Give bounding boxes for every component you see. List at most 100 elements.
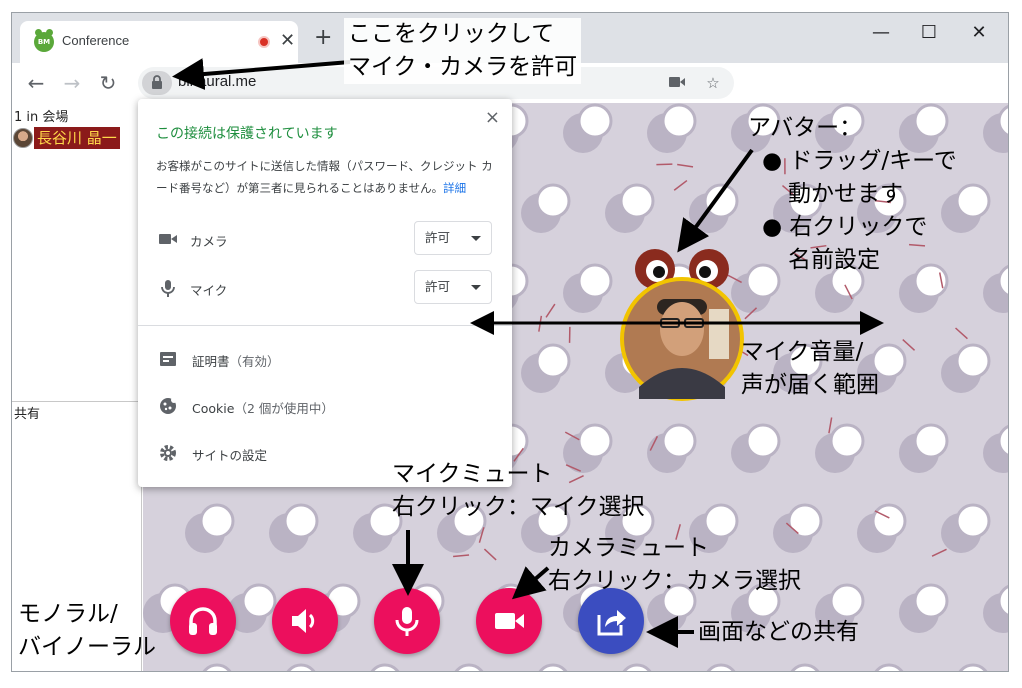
- floor-pattern: [706, 663, 736, 671]
- microphone-icon: [395, 607, 419, 636]
- mic-permission-label: マイク: [190, 283, 228, 298]
- camera-mute-button[interactable]: [476, 588, 542, 654]
- floor-pattern: [731, 423, 781, 473]
- floor-pattern: [689, 183, 739, 233]
- user-avatar[interactable]: [617, 249, 747, 409]
- camera-permission-label: カメラ: [190, 234, 228, 249]
- floor-pattern: [958, 663, 988, 671]
- floor-pattern: [899, 583, 949, 633]
- floor-pattern: [370, 663, 400, 671]
- sound-dash: [673, 179, 688, 191]
- bookmark-star-icon[interactable]: ☆: [702, 72, 724, 94]
- camera-in-use-icon[interactable]: [666, 72, 688, 94]
- connection-description: お客様がこのサイトに送信した情報（パスワード、クレジット カード番号など）が第三…: [156, 159, 493, 195]
- site-info-popup: × この接続は保護されています お客様がこのサイトに送信した情報（パスワード、ク…: [138, 99, 512, 487]
- floor-pattern: [605, 183, 655, 233]
- sound-dash: [545, 303, 556, 318]
- floor-pattern: [941, 343, 991, 393]
- forward-button[interactable]: →: [58, 69, 86, 97]
- camera-permission-row: カメラ 許可: [138, 221, 512, 257]
- sound-dash: [828, 417, 833, 434]
- annotation-share: 画面などの共有: [698, 619, 859, 645]
- participant-count: 1 in 会場: [14, 110, 69, 125]
- sound-dash: [538, 315, 543, 332]
- floor-pattern: [563, 103, 613, 153]
- speaker-icon: [292, 609, 315, 633]
- url-text: binaural.me: [178, 73, 257, 90]
- video-camera-icon: [495, 613, 524, 629]
- floor-pattern: [521, 183, 571, 233]
- floor-pattern: [563, 263, 613, 313]
- headphones-button[interactable]: [170, 588, 236, 654]
- floor-pattern: [202, 663, 232, 671]
- camera-permission-select[interactable]: 許可: [414, 221, 492, 255]
- tab-close-icon[interactable]: ✕: [280, 30, 295, 51]
- floor-pattern: [874, 663, 904, 671]
- maximize-button[interactable]: ☐: [906, 19, 952, 47]
- floor-pattern: [983, 264, 1008, 313]
- certificate-row[interactable]: 証明書（有効）: [138, 341, 512, 377]
- sound-dash: [902, 338, 916, 351]
- tab-title: Conference: [62, 33, 130, 48]
- floor-pattern: [983, 104, 1008, 153]
- details-link[interactable]: 詳細: [443, 181, 466, 195]
- popup-close-icon[interactable]: ×: [485, 107, 500, 128]
- reload-button[interactable]: ↻: [94, 69, 122, 97]
- close-window-button[interactable]: ✕: [956, 19, 1002, 47]
- mic-permission-row: マイク 許可: [138, 270, 512, 306]
- floor-pattern: [454, 663, 484, 671]
- sound-dash: [931, 548, 947, 557]
- camera-icon: [158, 229, 178, 249]
- new-tab-button[interactable]: +: [314, 27, 332, 49]
- browser-tab[interactable]: BM Conference ✕: [20, 21, 298, 63]
- floor-pattern: [647, 103, 697, 153]
- annotation-avatar: アバター： ● ドラッグ/キーで 動かせます ● 右クリックで 名前設定: [748, 115, 957, 273]
- participant-name[interactable]: 長谷川 晶一: [34, 127, 120, 149]
- floor-pattern: [521, 343, 571, 393]
- annotation-mono-binaural: モノラル/ バイノーラル: [18, 601, 156, 660]
- floor-pattern: [983, 424, 1008, 473]
- back-button[interactable]: ←: [22, 69, 50, 97]
- favicon-icon: BM: [34, 29, 54, 52]
- connection-secure-title: この接続は保護されています: [156, 126, 338, 142]
- gear-icon: [158, 443, 178, 463]
- recording-icon: [258, 36, 270, 48]
- floor-pattern: [857, 503, 907, 553]
- mic-permission-select[interactable]: 許可: [414, 270, 492, 304]
- sidebar-divider: [12, 401, 142, 402]
- annotation-volume: マイク音量/ 声が届く範囲: [741, 339, 879, 398]
- floor-pattern: [983, 584, 1008, 633]
- floor-pattern: [185, 503, 235, 553]
- floor-pattern: [286, 663, 316, 671]
- share-icon: [597, 610, 626, 636]
- floor-pattern: [815, 423, 865, 473]
- speaker-button[interactable]: [272, 588, 338, 654]
- floor-pattern: [269, 503, 319, 553]
- certificate-label: 証明書（有効）: [192, 354, 280, 369]
- popup-divider: [138, 325, 512, 326]
- sound-dash: [677, 163, 694, 168]
- site-settings-label: サイトの設定: [192, 448, 268, 463]
- annotation-click-here: ここをクリックして マイク・カメラを許可: [344, 18, 582, 84]
- annotation-mic-mute: マイクミュート 右クリック：マイク選択: [392, 461, 645, 520]
- annotation-camera-mute: カメラミュート 右クリック：カメラ選択: [548, 535, 801, 594]
- sound-dash: [453, 554, 470, 558]
- share-section-label: 共有: [14, 407, 41, 422]
- floor-pattern: [647, 423, 697, 473]
- floor-pattern: [790, 663, 820, 671]
- floor-pattern: [899, 423, 949, 473]
- user-avatar-icon: [13, 128, 33, 148]
- floor-pattern: [941, 503, 991, 553]
- minimize-button[interactable]: —: [858, 19, 904, 47]
- sound-dash: [483, 548, 497, 561]
- lock-icon[interactable]: [142, 71, 172, 95]
- floor-pattern: [538, 663, 568, 671]
- cookie-row[interactable]: Cookie（2 個が使用中）: [138, 388, 512, 424]
- participants-sidebar: 1 in 会場 長谷川 晶一 共有: [12, 103, 142, 671]
- certificate-icon: [158, 349, 178, 369]
- sound-dash: [955, 327, 968, 340]
- headphones-icon: [189, 607, 217, 635]
- cookie-icon: [158, 396, 178, 416]
- microphone-icon: [158, 278, 178, 298]
- mic-mute-button[interactable]: [374, 588, 440, 654]
